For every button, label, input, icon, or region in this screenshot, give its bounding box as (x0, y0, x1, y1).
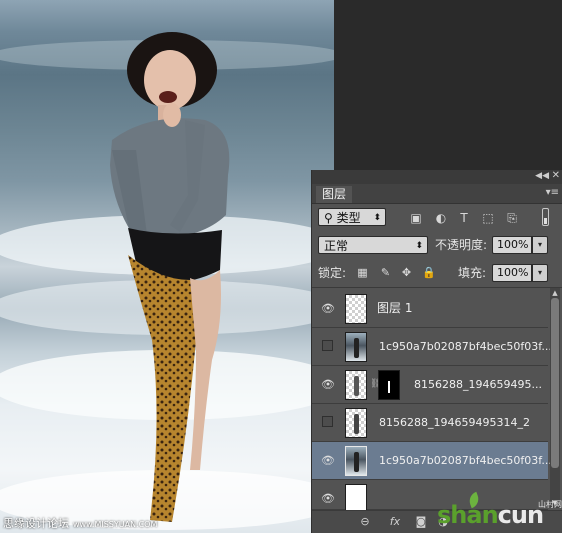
panel-tab-row: 图层 ▾≡ (312, 184, 562, 204)
scrollbar-thumb[interactable] (551, 298, 559, 468)
eye-icon[interactable]: 👁 (320, 301, 336, 317)
opacity-label: 不透明度: (435, 238, 488, 252)
filter-type-icon[interactable]: T (456, 211, 472, 225)
layer-thumbnail (345, 446, 367, 476)
forum-watermark: 思缘设计论坛 www.MISSYUAN.COM (3, 515, 157, 531)
scroll-up-arrow-icon[interactable]: ▲ (550, 288, 560, 298)
lock-image-brush-icon[interactable]: ✎ (379, 266, 392, 279)
filter-shape-icon[interactable]: ⬚ (480, 211, 496, 225)
layer-row[interactable]: 👁 ⛓ 8156288_194659495... (312, 366, 548, 404)
empty-dock-area (334, 0, 562, 182)
layer-row[interactable]: 1c950a7b02087bf4bec50f03f... (312, 328, 552, 366)
blend-mode-label: 正常 (324, 239, 349, 253)
blend-mode-dropdown[interactable]: 正常 ⬍ (318, 236, 428, 254)
layer-thumbnail (345, 408, 367, 438)
fill-input[interactable]: 100% (492, 264, 532, 282)
photo-canvas[interactable]: 思缘设计论坛 www.MISSYUAN.COM (0, 0, 334, 533)
filter-smart-object-icon[interactable]: ⎘ (504, 211, 520, 225)
lock-transparent-icon[interactable]: ▦ (356, 266, 369, 279)
collapse-panel-icon[interactable]: ◀◀ (535, 171, 549, 181)
opacity-dropdown-button[interactable]: ▾ (532, 236, 548, 254)
eye-icon[interactable]: 👁 (320, 377, 336, 393)
opacity-input[interactable]: 100% (492, 236, 532, 254)
tab-layers[interactable]: 图层 (316, 186, 353, 203)
fill-label: 填充: (458, 266, 487, 280)
brand-part-shan: shan (437, 501, 499, 529)
layer-thumbnail (345, 332, 367, 362)
close-panel-icon[interactable]: ✕ (552, 170, 560, 181)
filter-kind-dropdown[interactable]: ⚲ 类型 ⬍ (318, 208, 386, 226)
layer-thumbnail (345, 370, 367, 400)
visibility-toggle[interactable] (322, 340, 333, 351)
eye-icon[interactable]: 👁 (320, 491, 336, 507)
layer-name[interactable]: 1c950a7b02087bf4bec50f03f... (379, 453, 552, 469)
forum-watermark-text: 思缘设计论坛 (3, 517, 69, 530)
woman-figure (110, 32, 230, 522)
brand-logo: shancun (437, 501, 544, 529)
link-layers-icon[interactable]: ⊖ (358, 515, 372, 529)
add-mask-icon[interactable]: ◙ (414, 515, 428, 529)
layer-row-selected[interactable]: 👁 1c950a7b02087bf4bec50f03f... (312, 442, 552, 480)
filter-toggle-switch[interactable] (542, 208, 549, 226)
shancun-watermark: shancun 山村网 (437, 491, 562, 533)
layers-panel: ◀◀ ✕ 图层 ▾≡ ⚲ 类型 ⬍ ▣ ◐ T ⬚ ⎘ 正常 ⬍ 不透明度: 1… (311, 170, 562, 533)
search-icon: ⚲ (324, 211, 337, 225)
layer-row[interactable]: 👁 图层 1 (312, 290, 548, 328)
filter-pixel-icon[interactable]: ▣ (408, 211, 424, 225)
lock-label: 锁定: (318, 266, 347, 280)
layer-style-fx-icon[interactable]: fx (388, 515, 402, 529)
layer-thumbnail (345, 294, 367, 324)
filter-kind-label: 类型 (336, 211, 361, 225)
brand-part-cun: cun (497, 501, 544, 529)
filter-adjustment-icon[interactable]: ◐ (433, 211, 449, 225)
fill-dropdown-button[interactable]: ▾ (532, 264, 548, 282)
layer-name[interactable]: 图层 1 (377, 300, 412, 316)
divider (312, 287, 562, 288)
panel-menu-icon[interactable]: ▾≡ (546, 187, 559, 198)
chevron-updown-icon: ⬍ (415, 241, 423, 251)
layer-list-scrollbar[interactable]: ▲ ▼ (550, 288, 560, 508)
layer-mask-thumbnail[interactable] (378, 370, 400, 400)
layer-name[interactable]: 8156288_194659495... (414, 377, 542, 393)
visibility-toggle[interactable] (322, 416, 333, 427)
brand-subtitle: 山村网 (538, 500, 562, 509)
chevron-updown-icon: ⬍ (373, 213, 381, 223)
layer-name[interactable]: 8156288_194659495314_2 (379, 415, 530, 431)
forum-watermark-site: www.MISSYUAN.COM (73, 520, 158, 529)
eye-icon[interactable]: 👁 (320, 453, 336, 469)
panel-title-bar[interactable]: ◀◀ ✕ (312, 170, 562, 184)
lock-position-move-icon[interactable]: ✥ (400, 266, 413, 279)
layer-name[interactable]: 1c950a7b02087bf4bec50f03f... (379, 339, 552, 355)
lock-all-icon[interactable]: 🔒 (422, 266, 436, 279)
layer-row[interactable]: 8156288_194659495314_2 (312, 404, 548, 442)
